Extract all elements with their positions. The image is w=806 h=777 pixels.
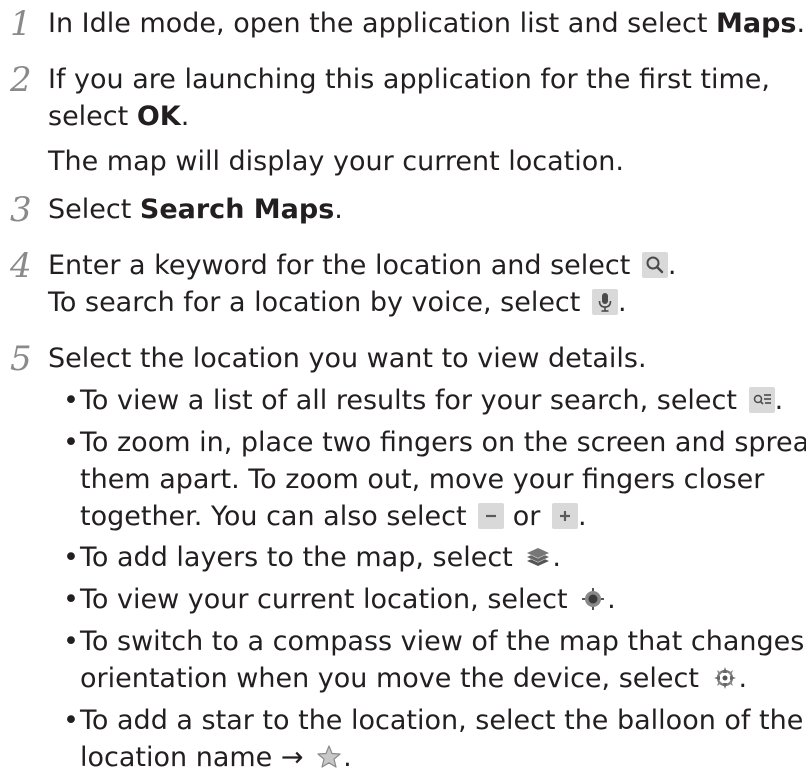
bullet-text: To view your current location, select: [80, 584, 577, 615]
punctuation: .: [180, 101, 190, 132]
step-text: Select the location you want to view det…: [48, 343, 647, 374]
punctuation: .: [334, 194, 343, 225]
step-line: To search for a location by voice, selec…: [48, 285, 627, 321]
punctuation: .: [667, 250, 677, 281]
bullet-marker: •: [63, 542, 79, 573]
step-number: 4: [10, 246, 32, 286]
maps-term: Maps: [716, 8, 797, 39]
step-text: In Idle mode, open the application list …: [48, 8, 716, 39]
zoom-in-icon: [551, 503, 578, 529]
step-line: Select Search Maps.: [48, 192, 343, 228]
results-list-icon: [748, 387, 775, 413]
step-number: 2: [10, 60, 32, 100]
bullet-text: or: [504, 501, 549, 532]
step-number: 5: [10, 339, 32, 379]
bullet-line: To zoom in, place two fingers on the scr…: [80, 425, 806, 461]
bullet-text: To view a list of all results for your s…: [80, 385, 746, 416]
punctuation: .: [796, 8, 806, 39]
bullet-line: location name → .: [80, 740, 352, 776]
step-text: select: [48, 101, 137, 132]
bullet-text: them apart. To zoom out, move your finge…: [80, 464, 765, 495]
punctuation: .: [343, 742, 352, 773]
bullet-marker: •: [63, 584, 79, 615]
bullet-line: To view a list of all results for your s…: [80, 383, 783, 419]
my-location-icon: [579, 586, 607, 612]
step-text: Enter a keyword for the location and sel…: [48, 250, 639, 281]
bullet-marker: •: [63, 705, 79, 736]
zoom-out-icon: [478, 503, 505, 529]
layers-icon: [524, 544, 552, 570]
bullet-text: together. You can also select: [80, 501, 476, 532]
instruction-page: 1 In Idle mode, open the application lis…: [0, 0, 806, 777]
bullet-text: orientation when you move the device, se…: [80, 663, 708, 694]
step-text: The map will display your current locati…: [48, 146, 624, 177]
bullet-text: To zoom in, place two fingers on the scr…: [80, 427, 806, 458]
step-text: If you are launching this application fo…: [48, 64, 770, 95]
bullet-line: To switch to a compass view of the map t…: [80, 624, 804, 660]
bullet-line: To view your current location, select .: [80, 582, 616, 618]
bullet-text: To add layers to the map, select: [80, 542, 522, 573]
bullet-line: orientation when you move the device, se…: [80, 661, 747, 697]
bullet-marker: •: [63, 626, 79, 657]
bullet-text: To switch to a compass view of the map t…: [80, 626, 805, 657]
step-number: 1: [10, 4, 32, 44]
bullet-line: To add a star to the location, select th…: [80, 703, 803, 739]
step-line: In Idle mode, open the application list …: [48, 6, 805, 42]
bullet-marker: •: [63, 427, 79, 458]
punctuation: .: [738, 663, 748, 694]
ok-term: OK: [136, 101, 181, 132]
bullet-line: them apart. To zoom out, move your finge…: [80, 462, 764, 498]
compass-icon: [711, 665, 739, 691]
star-icon: [315, 744, 343, 770]
step-line: select OK.: [48, 99, 189, 135]
bullet-marker: •: [63, 385, 79, 416]
punctuation: .: [774, 385, 784, 416]
step-text: Select: [48, 194, 140, 225]
bullet-text: location name →: [80, 742, 313, 773]
punctuation: .: [617, 287, 627, 318]
step-line: The map will display your current locati…: [48, 144, 624, 180]
step-number: 3: [10, 190, 32, 230]
punctuation: .: [552, 542, 561, 573]
punctuation: .: [577, 501, 587, 532]
step-text: To search for a location by voice, selec…: [48, 287, 589, 318]
microphone-icon: [591, 289, 618, 315]
punctuation: .: [607, 584, 616, 615]
search-icon: [641, 252, 668, 278]
step-line: If you are launching this application fo…: [48, 62, 770, 98]
step-line: Select the location you want to view det…: [48, 341, 647, 377]
bullet-text: To add a star to the location, select th…: [80, 705, 804, 736]
bullet-line: To add layers to the map, select .: [80, 540, 561, 576]
bullet-line: together. You can also select or .: [80, 499, 587, 535]
search-maps-term: Search Maps: [139, 194, 335, 225]
step-line: Enter a keyword for the location and sel…: [48, 248, 676, 284]
